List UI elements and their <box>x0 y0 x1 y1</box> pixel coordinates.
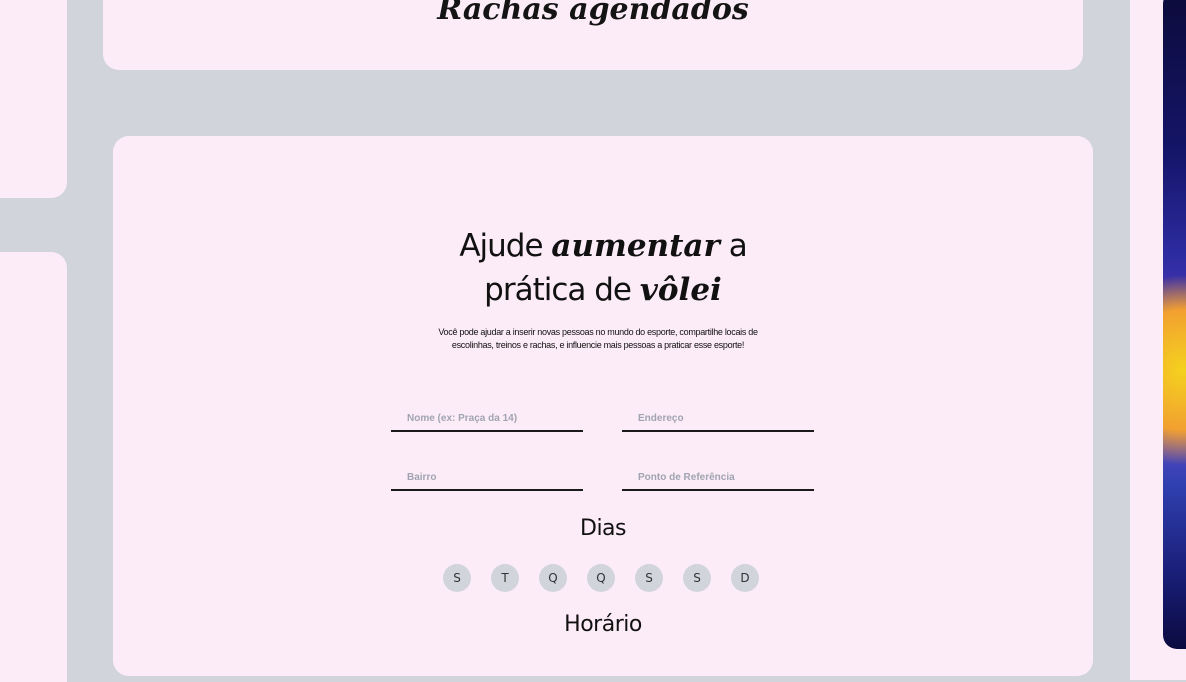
day-button-tuesday[interactable]: T <box>491 564 519 592</box>
left-side-card-bottom <box>0 252 67 682</box>
days-title: Dias <box>580 516 627 541</box>
day-button-saturday[interactable]: S <box>683 564 711 592</box>
add-location-form: Ajude aumentar a prática de vôlei Você p… <box>113 136 1093 676</box>
headline-text-1: Ajude <box>459 228 543 264</box>
days-selector: S T Q Q S S D <box>443 564 773 592</box>
headline-text-2: a <box>728 228 748 264</box>
volleyball-image <box>1163 0 1186 649</box>
headline-emphasis-1: aumentar <box>551 228 720 264</box>
name-input[interactable] <box>391 406 583 432</box>
address-input[interactable] <box>622 406 814 432</box>
left-side-card-top <box>0 0 67 198</box>
day-button-monday[interactable]: S <box>443 564 471 592</box>
form-intro-text: Você pode ajudar a inserir novas pessoas… <box>438 327 758 350</box>
day-button-wednesday[interactable]: Q <box>539 564 567 592</box>
day-button-thursday[interactable]: Q <box>587 564 615 592</box>
page-title: Rachas agendados <box>437 0 749 27</box>
headline-emphasis-2: vôlei <box>639 272 722 308</box>
neighborhood-input[interactable] <box>391 465 583 491</box>
day-button-friday[interactable]: S <box>635 564 663 592</box>
time-title: Horário <box>564 612 642 637</box>
reference-point-input[interactable] <box>622 465 814 491</box>
headline-text-3: prática de <box>484 272 632 308</box>
form-headline: Ajude aumentar a prática de vôlei <box>113 224 1093 312</box>
scheduled-games-header: Rachas agendados <box>103 0 1083 70</box>
day-button-sunday[interactable]: D <box>731 564 759 592</box>
